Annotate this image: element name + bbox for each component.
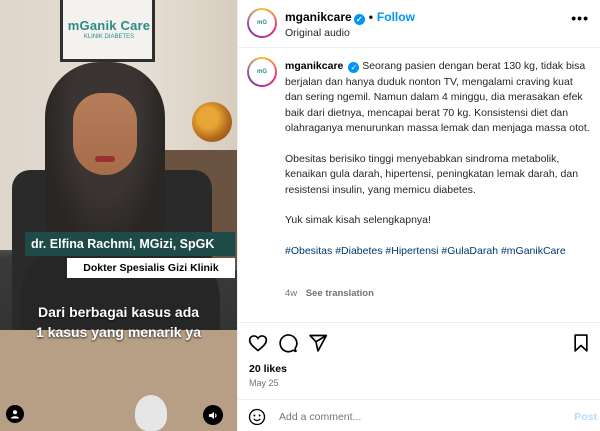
share-icon[interactable] — [308, 333, 328, 353]
flower-decoration — [192, 102, 232, 142]
caption-paragraph-2: Obesitas berisiko tinggi menyebabkan sin… — [285, 152, 579, 196]
clinic-logo: mGanik Care KLINIK DIABETES — [66, 18, 152, 40]
avatar[interactable]: mG — [247, 57, 277, 87]
verified-badge-icon: ✓ — [353, 14, 365, 25]
doctor-face — [73, 93, 137, 175]
header-user-line: mganikcare ✓ • Follow — [285, 10, 415, 25]
separator-dot: • — [368, 10, 373, 24]
post-header: mG mganikcare ✓ • Follow Original audio ••• — [238, 0, 600, 48]
avatar-logo: mG — [249, 10, 275, 36]
logo-subtitle: KLINIK DIABETES — [83, 34, 135, 40]
comment-input[interactable] — [279, 408, 549, 426]
follow-button[interactable]: Follow — [377, 10, 415, 24]
avatar-logo: mG — [249, 59, 275, 85]
action-bar — [238, 322, 600, 362]
emoji-icon[interactable] — [248, 408, 266, 426]
like-count[interactable]: 20 likes — [249, 363, 287, 375]
caption-line-1: Dari berbagai kasus ada — [37, 304, 200, 320]
doctor-name-banner: dr. Elfina Rachmi, MGizi, SpGK — [25, 232, 235, 256]
caption-text: mganikcare ✓ Seorang pasien dengan berat… — [285, 59, 591, 259]
heart-icon[interactable] — [248, 333, 268, 353]
hashtags[interactable]: #Obesitas #Diabetes #Hipertensi #GulaDar… — [285, 244, 591, 260]
post-meta: 4w See translation — [285, 288, 374, 299]
desk — [0, 330, 237, 431]
caption-paragraph-3: Yuk simak kisah selengkapnya! — [285, 214, 431, 226]
caption-username[interactable]: mganikcare — [285, 60, 343, 72]
post-age: 4w — [285, 288, 298, 299]
caption-paragraph: mganikcare ✓ Seorang pasien dengan berat… — [285, 59, 591, 137]
comment-icon[interactable] — [278, 333, 298, 353]
audio-link[interactable]: Original audio — [285, 27, 350, 39]
volume-icon — [208, 411, 217, 419]
video-caption: Dari berbagai kasus ada 1 kasus yang men… — [0, 302, 237, 342]
post-panel: mG mganikcare ✓ • Follow Original audio •••… — [237, 0, 600, 431]
doctor-title-banner: Dokter Spesialis Gizi Klinik — [67, 258, 235, 278]
header-username[interactable]: mganikcare — [285, 10, 352, 24]
caption-line-2: 1 kasus yang menarik ya — [36, 324, 201, 340]
doctor-lips — [95, 156, 115, 162]
reel-video[interactable]: mGanik Care KLINIK DIABETES dr. Elfina R… — [0, 0, 237, 431]
verified-badge-icon: ✓ — [348, 62, 360, 73]
bookmark-icon[interactable] — [571, 333, 591, 353]
logo-text: mGanik Care — [67, 18, 151, 33]
laptop-logo — [135, 395, 167, 431]
post-date: May 25 — [249, 378, 279, 388]
user-icon — [11, 410, 19, 419]
add-comment-bar: Post — [238, 399, 600, 431]
tagged-users-button[interactable] — [6, 405, 24, 423]
post-comment-button[interactable]: Post — [574, 411, 597, 423]
avatar[interactable]: mG — [247, 8, 277, 38]
see-translation-link[interactable]: See translation — [306, 288, 374, 299]
caption-section: mG mganikcare ✓ Seorang pasien dengan be… — [238, 49, 600, 319]
more-options-icon[interactable]: ••• — [571, 10, 589, 26]
mute-button[interactable] — [203, 405, 223, 425]
